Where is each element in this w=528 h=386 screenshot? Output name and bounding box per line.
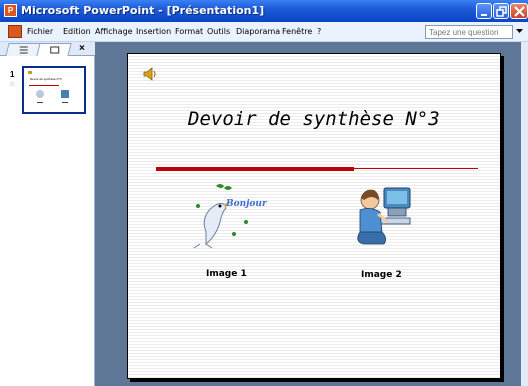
- menu-diaporama[interactable]: Diaporama: [236, 27, 280, 36]
- speaker-icon[interactable]: [142, 66, 158, 82]
- menu-outils[interactable]: Outils: [207, 27, 230, 36]
- pane-close-button[interactable]: ×: [79, 43, 85, 54]
- red-divider-thin: [354, 168, 478, 169]
- window-title: Microsoft PowerPoint - [Présentation1]: [21, 4, 265, 17]
- slide-title[interactable]: Devoir de synthèse N°3: [188, 108, 440, 130]
- close-icon: [514, 6, 525, 17]
- maximize-icon: [496, 6, 507, 17]
- caption-image-2[interactable]: Image 2: [361, 270, 402, 280]
- thumb-red-line: [29, 85, 59, 86]
- outline-tab-icon: [19, 46, 28, 54]
- minimize-icon: [481, 14, 487, 16]
- menu-edition[interactable]: Edition: [63, 27, 91, 36]
- thumb-caption-1: [37, 102, 43, 103]
- slide-number: 1: [10, 70, 15, 79]
- thumb-caption-2: [62, 102, 68, 103]
- restore-button[interactable]: [493, 3, 509, 19]
- menu-format[interactable]: Format: [175, 27, 203, 36]
- thumbnail-title: Devoir de synthèse N°3: [30, 77, 62, 81]
- slide-canvas[interactable]: Devoir de synthèse N°3 Bonjour Image 1 I…: [127, 53, 501, 379]
- thumb-speaker-icon: [28, 71, 32, 74]
- menu-bar: Fichier Edition Affichage Insertion Form…: [0, 22, 528, 42]
- vertical-scrollbar[interactable]: [521, 42, 528, 386]
- minimize-button[interactable]: [476, 3, 492, 19]
- slides-tab-icon: [50, 46, 60, 54]
- close-button[interactable]: [510, 3, 528, 19]
- caption-image-1[interactable]: Image 1: [206, 269, 247, 279]
- bird-clipart-image[interactable]: Bonjour: [186, 182, 276, 252]
- transition-star-icon: ☆: [9, 81, 16, 88]
- menu-fenetre[interactable]: Fenêtre: [282, 27, 312, 36]
- title-bar: P Microsoft PowerPoint - [Présentation1]: [0, 0, 528, 22]
- help-question-input[interactable]: Tapez une question: [425, 25, 513, 39]
- menu-insertion[interactable]: Insertion: [136, 27, 171, 36]
- thumb-kid-image: [61, 90, 69, 98]
- slides-pane: × 1 ☆ Devoir de synthèse N°3: [0, 42, 95, 386]
- red-divider-thick: [156, 167, 354, 171]
- pane-tab-strip: ×: [0, 42, 95, 56]
- document-icon[interactable]: [8, 25, 22, 38]
- bird-bonjour-text: Bonjour: [225, 199, 268, 209]
- kid-computer-clipart-image[interactable]: [354, 182, 416, 252]
- dropdown-arrow-icon[interactable]: [516, 28, 523, 34]
- menu-affichage[interactable]: Affichage: [95, 27, 133, 36]
- slide-thumbnail[interactable]: Devoir de synthèse N°3: [21, 65, 87, 115]
- tab-slides[interactable]: [36, 43, 72, 56]
- tab-outline[interactable]: [5, 43, 41, 56]
- menu-fichier[interactable]: Fichier: [27, 27, 53, 36]
- thumb-bird-image: [36, 90, 44, 98]
- powerpoint-app-icon[interactable]: P: [4, 4, 17, 17]
- menu-help[interactable]: ?: [317, 27, 321, 36]
